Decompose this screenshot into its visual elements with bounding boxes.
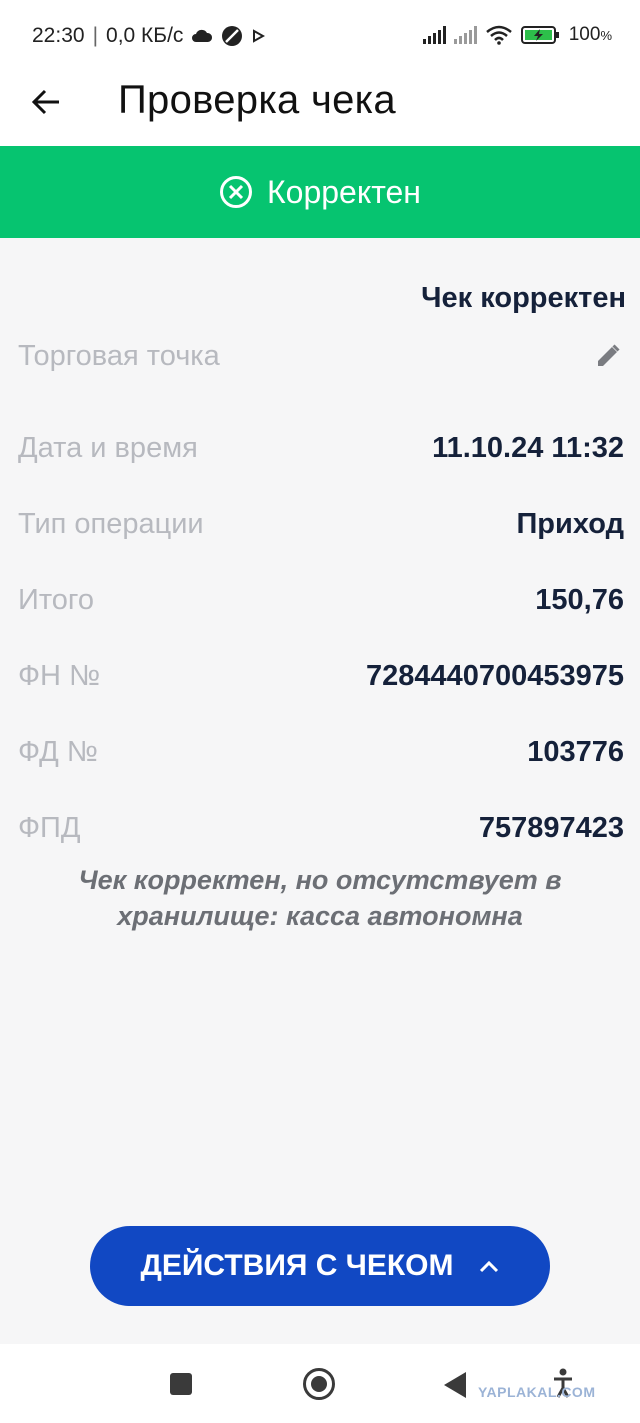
play-icon: [253, 29, 266, 43]
row-fd: ФД № 103776: [18, 730, 624, 774]
row-label: ФД №: [18, 735, 98, 768]
chevron-up-icon: [479, 1260, 498, 1273]
row-datetime: Дата и время 11.10.24 11:32: [18, 426, 624, 470]
no-disturb-icon: [222, 26, 243, 46]
row-value: 150,76: [535, 583, 624, 616]
row-label: Тип операции: [18, 507, 204, 540]
row-label: Торговая точка: [18, 339, 220, 372]
network-speed: 0,0 КБ/с: [106, 24, 184, 47]
row-label: ФПД: [18, 811, 81, 844]
status-right: 100%: [422, 24, 612, 46]
system-nav-bar: YAPLAKAL.COM: [0, 1344, 640, 1423]
status-time: 22:30: [32, 24, 85, 47]
row-value: Приход: [516, 507, 624, 540]
page-title: Проверка чека: [118, 78, 396, 122]
pencil-icon: [598, 344, 620, 366]
row-value: 11.10.24 11:32: [432, 431, 624, 464]
cloud-icon: [192, 29, 213, 42]
status-bar: 22:30 | 0,0 КБ/с 100%: [0, 0, 640, 72]
row-value: 103776: [527, 735, 624, 768]
receipt-actions-button[interactable]: ДЕЙСТВИЯ С ЧЕКОМ: [90, 1226, 550, 1306]
status-banner: Корректен: [0, 146, 640, 238]
recents-button[interactable]: [170, 1373, 192, 1395]
receipt-summary: Чек корректен: [421, 282, 626, 314]
signal-icon: [453, 26, 477, 44]
signal-icon: [422, 26, 446, 44]
row-label: Итого: [18, 583, 94, 616]
watermark: YAPLAKAL.COM: [478, 1384, 596, 1400]
row-operation-type: Тип операции Приход: [18, 502, 624, 546]
arrow-left-icon: [31, 89, 59, 115]
row-total: Итого 150,76: [18, 578, 624, 622]
battery-level: 100%: [568, 24, 612, 45]
row-label: Дата и время: [18, 431, 198, 464]
status-left: 22:30 | 0,0 КБ/с: [32, 24, 266, 48]
row-value: 7284440700453975: [365, 659, 624, 692]
receipt-details: Чек корректен Торговая точка Дата и врем…: [0, 238, 640, 1344]
row-store: Торговая точка: [18, 334, 624, 378]
home-button[interactable]: [303, 1368, 335, 1400]
row-fpd: ФПД 757897423: [18, 806, 624, 850]
app-bar: Проверка чека: [0, 72, 640, 146]
wifi-icon: [485, 25, 512, 45]
battery-charging-icon: [520, 26, 559, 44]
receipt-actions-label: ДЕЙСТВИЯ С ЧЕКОМ: [140, 1249, 454, 1282]
banner-label: Корректен: [267, 173, 421, 210]
system-back-button[interactable]: [444, 1372, 466, 1398]
receipt-note: Чек корректен, но отсутствует в хранилищ…: [78, 865, 562, 931]
row-value: 757897423: [478, 811, 624, 844]
status-separator: |: [92, 24, 99, 47]
row-fn: ФН № 7284440700453975: [18, 654, 624, 698]
home-dot-icon: [311, 1376, 327, 1392]
edit-store-button[interactable]: [592, 340, 624, 372]
back-button[interactable]: [22, 78, 70, 126]
circle-x-icon: [220, 176, 253, 208]
row-label: ФН №: [18, 659, 101, 692]
